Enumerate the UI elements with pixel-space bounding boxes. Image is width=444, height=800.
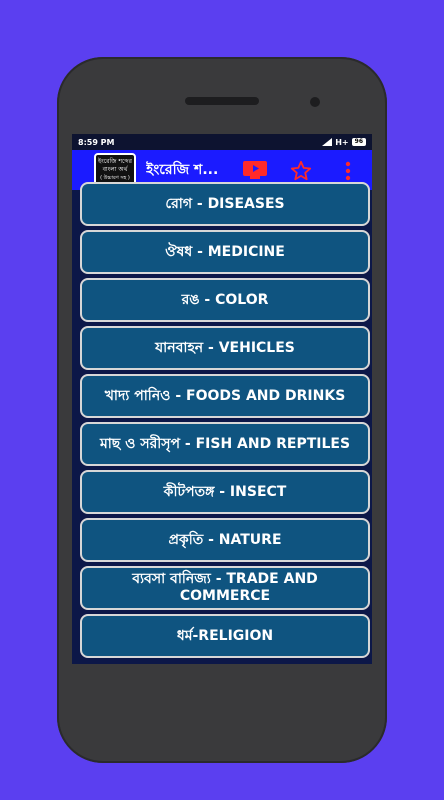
status-indicators: H+ 96 xyxy=(322,138,366,147)
battery-icon: 96 xyxy=(351,138,366,146)
category-label: প্রকৃতি - NATURE xyxy=(168,531,282,548)
status-bar: 8:59 PM H+ 96 xyxy=(72,134,372,150)
category-foods-and-drinks[interactable]: খাদ্য পানিও - FOODS AND DRINKS xyxy=(80,374,370,418)
signal-icon xyxy=(322,138,333,146)
category-religion[interactable]: ধর্ম-RELIGION xyxy=(80,614,370,658)
speaker-grille xyxy=(185,97,259,105)
category-label: ব্যবসা বানিজ্য - TRADE AND COMMERCE xyxy=(132,571,318,604)
category-label: যানবাহন - VEHICLES xyxy=(155,339,295,356)
category-label: ঔষধ - MEDICINE xyxy=(165,243,285,260)
front-camera xyxy=(310,97,320,107)
category-label: মাছ ও সরীসৃপ - FISH AND REPTILES xyxy=(99,435,351,452)
category-color[interactable]: রঙ - COLOR xyxy=(80,278,370,322)
category-label: রঙ - COLOR xyxy=(181,291,269,308)
category-nature[interactable]: প্রকৃতি - NATURE xyxy=(80,518,370,562)
category-medicine[interactable]: ঔষধ - MEDICINE xyxy=(80,230,370,274)
more-vert-icon[interactable] xyxy=(344,160,352,182)
app-title: ইংরেজি শ... xyxy=(146,162,219,178)
category-list: রোগ - DISEASES ঔষধ - MEDICINE রঙ - COLOR… xyxy=(72,182,372,664)
category-trade-and-commerce[interactable]: ব্যবসা বানিজ্য - TRADE AND COMMERCE xyxy=(80,566,370,610)
logo-line-2: বাংলা অর্থ xyxy=(102,166,128,173)
phone-screen: 8:59 PM H+ 96 ইংরেজি শব্দের বাংলা অর্থ (… xyxy=(72,134,372,664)
category-label: রোগ - DISEASES xyxy=(165,195,285,212)
category-vehicles[interactable]: যানবাহন - VEHICLES xyxy=(80,326,370,370)
status-time: 8:59 PM xyxy=(78,137,115,147)
category-fish-and-reptiles[interactable]: মাছ ও সরীসৃপ - FISH AND REPTILES xyxy=(80,422,370,466)
category-insect[interactable]: কীটপতঙ্গ - INSECT xyxy=(80,470,370,514)
youtube-icon[interactable] xyxy=(242,160,268,180)
category-label: খাদ্য পানিও - FOODS AND DRINKS xyxy=(104,387,346,404)
star-icon[interactable] xyxy=(290,160,312,182)
category-diseases[interactable]: রোগ - DISEASES xyxy=(80,182,370,226)
logo-line-1: ইংরেজি শব্দের xyxy=(98,158,132,165)
logo-line-3: ( উচ্চারণ সহ ) xyxy=(100,175,130,181)
category-label: ধর্ম-RELIGION xyxy=(176,627,274,644)
category-label: কীটপতঙ্গ - INSECT xyxy=(163,483,287,500)
network-type: H+ xyxy=(335,137,349,147)
